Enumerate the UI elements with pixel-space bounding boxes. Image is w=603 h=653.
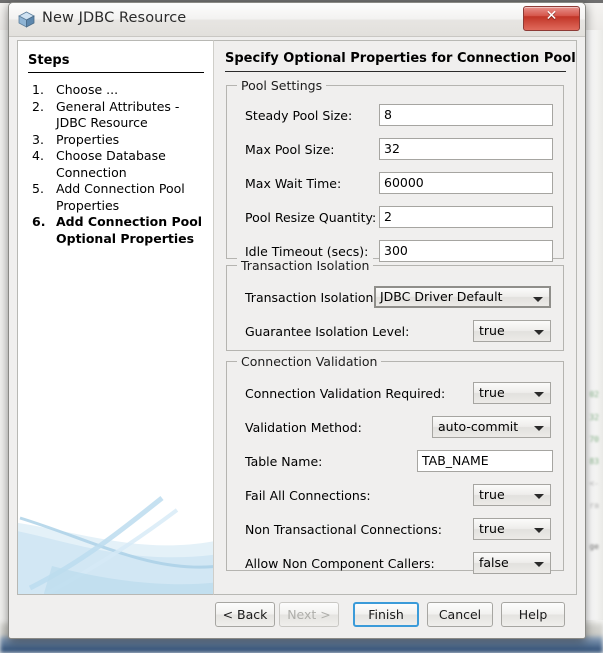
close-icon: ✕ — [545, 8, 558, 24]
field-label: Transaction Isolation: — [245, 290, 378, 305]
groupbox-transaction-isolation: Transaction Isolation Transaction Isolati… — [226, 258, 564, 351]
background-code-line: ge — [589, 542, 599, 551]
cancel-button[interactable]: Cancel — [427, 602, 493, 627]
fail-all-connections-dropdown[interactable]: true — [473, 484, 551, 506]
field-label: Max Wait Time: — [245, 176, 342, 191]
dialog-button-bar: < Back Next > Finish Cancel Help — [9, 602, 585, 638]
groupbox-pool-settings: Pool Settings Steady Pool Size: 8 Max Pool … — [226, 78, 564, 262]
step-number: 3. — [32, 131, 44, 147]
step-number: 5. — [32, 181, 44, 196]
step-item-4: 4. Choose Database Connection — [28, 148, 208, 181]
groupbox-connection-validation: Connection Validation Connection Validati… — [226, 354, 564, 574]
step-label: Add Connection Pool Optional Properties — [56, 214, 203, 246]
background-code-line: 32 — [589, 413, 599, 422]
step-number: 1. — [32, 82, 44, 97]
steps-heading: Steps — [28, 53, 70, 68]
field-label: Connection Validation Required: — [245, 386, 446, 401]
groupbox-title: Pool Settings — [237, 78, 327, 93]
new-jdbc-resource-dialog: New JDBC Resource ✕ Steps 1. Choose ... 2.… — [8, 2, 586, 639]
step-label: General Attributes - JDBC Resource — [56, 98, 180, 131]
chevron-down-icon — [534, 392, 544, 397]
field-label: Table Name: — [245, 454, 323, 469]
connection-validation-required-dropdown[interactable]: true — [473, 382, 551, 404]
steady-pool-size-input[interactable]: 8 — [379, 104, 553, 126]
field-row: Fail All Connections: true — [227, 484, 563, 508]
step-number: 4. — [32, 148, 44, 163]
step-item-6: 6. Add Connection Pool Optional Propertie… — [28, 214, 208, 247]
dialog-title: New JDBC Resource — [42, 10, 187, 26]
next-button: Next > — [279, 602, 339, 627]
background-code-line: 02 — [589, 390, 599, 399]
cube-icon — [18, 11, 35, 28]
field-row: Max Wait Time: 60000 — [227, 172, 563, 196]
steps-list: 1. Choose ... 2. General Attributes - JDBC … — [28, 82, 208, 247]
step-item-2: 2. General Attributes - JDBC Resource — [28, 99, 208, 132]
field-row: Guarantee Isolation Level: true — [227, 320, 563, 344]
idle-timeout-secs-input[interactable]: 300 — [379, 240, 553, 262]
transaction-isolation-dropdown[interactable]: JDBC Driver Default — [374, 286, 551, 308]
field-row: Max Pool Size: 32 — [227, 138, 563, 162]
step-item-3: 3. Properties — [28, 132, 208, 149]
field-row: Transaction Isolation: JDBC Driver Defaul… — [227, 286, 563, 310]
field-label: Max Pool Size: — [245, 142, 335, 157]
table-name-input[interactable]: TAB_NAME — [417, 450, 553, 472]
field-row: Validation Method: auto-commit — [227, 416, 563, 440]
steps-sidebar: Steps 1. Choose ... 2. General Attributes -… — [17, 40, 213, 595]
field-label: Pool Resize Quantity: — [245, 210, 377, 225]
background-code-line: ra — [589, 501, 599, 510]
page-title: Specify Optional Properties for Connecti… — [225, 51, 576, 66]
max-wait-time-input[interactable]: 60000 — [379, 172, 553, 194]
finish-button[interactable]: Finish — [353, 602, 419, 627]
wizard-swoosh-graphic — [18, 496, 213, 594]
chevron-down-icon — [534, 494, 544, 499]
step-item-1: 1. Choose ... — [28, 82, 208, 99]
chevron-down-icon — [534, 562, 544, 567]
content-pane: Specify Optional Properties for Connecti… — [213, 40, 577, 595]
help-button[interactable]: Help — [501, 602, 565, 627]
step-number: 2. — [32, 98, 44, 114]
max-pool-size-input[interactable]: 32 — [379, 138, 553, 160]
field-label: Validation Method: — [245, 420, 362, 435]
field-label: Allow Non Component Callers: — [245, 556, 435, 571]
step-item-5: 5. Add Connection Pool Properties — [28, 181, 208, 214]
step-label: Add Connection Pool Properties — [56, 181, 185, 213]
chevron-down-icon — [534, 426, 544, 431]
field-row: Non Transactional Connections: true — [227, 518, 563, 542]
chevron-down-icon — [534, 528, 544, 533]
non-transactional-connections-dropdown[interactable]: true — [473, 518, 551, 540]
dialog-titlebar[interactable]: New JDBC Resource ✕ — [9, 3, 585, 37]
field-label: Non Transactional Connections: — [245, 522, 442, 537]
step-number: 6. — [32, 214, 46, 229]
background-code-line: <- — [589, 479, 599, 488]
groupbox-title: Transaction Isolation — [237, 258, 374, 273]
field-row: Steady Pool Size: 8 — [227, 104, 563, 128]
field-label: Idle Timeout (secs): — [245, 244, 369, 259]
chevron-down-icon — [533, 297, 543, 302]
allow-non-component-callers-dropdown[interactable]: false — [473, 552, 551, 574]
field-label: Fail All Connections: — [245, 488, 371, 503]
field-label: Guarantee Isolation Level: — [245, 324, 410, 339]
guarantee-isolation-level-dropdown[interactable]: true — [473, 320, 551, 342]
validation-method-dropdown[interactable]: auto-commit — [432, 416, 551, 438]
background-code-line: 70 — [589, 435, 599, 444]
groupbox-title: Connection Validation — [237, 354, 382, 369]
field-row: Allow Non Component Callers: false — [227, 552, 563, 576]
close-button[interactable]: ✕ — [523, 6, 580, 31]
dialog-body: Steps 1. Choose ... 2. General Attributes -… — [9, 36, 585, 638]
step-label: Properties — [56, 131, 120, 147]
pool-resize-quantity-input[interactable]: 2 — [379, 206, 553, 228]
page-title-rule — [225, 71, 566, 72]
chevron-down-icon — [534, 330, 544, 335]
step-label: Choose ... — [56, 82, 119, 97]
steps-heading-rule — [28, 72, 204, 73]
step-label: Choose Database Connection — [56, 148, 166, 180]
field-row: Pool Resize Quantity: 2 — [227, 206, 563, 230]
back-button[interactable]: < Back — [215, 602, 275, 627]
field-label: Steady Pool Size: — [245, 108, 353, 123]
field-row: Connection Validation Required: true — [227, 382, 563, 406]
background-code-line: 83 — [589, 457, 599, 466]
field-row: Table Name: TAB_NAME — [227, 450, 563, 474]
